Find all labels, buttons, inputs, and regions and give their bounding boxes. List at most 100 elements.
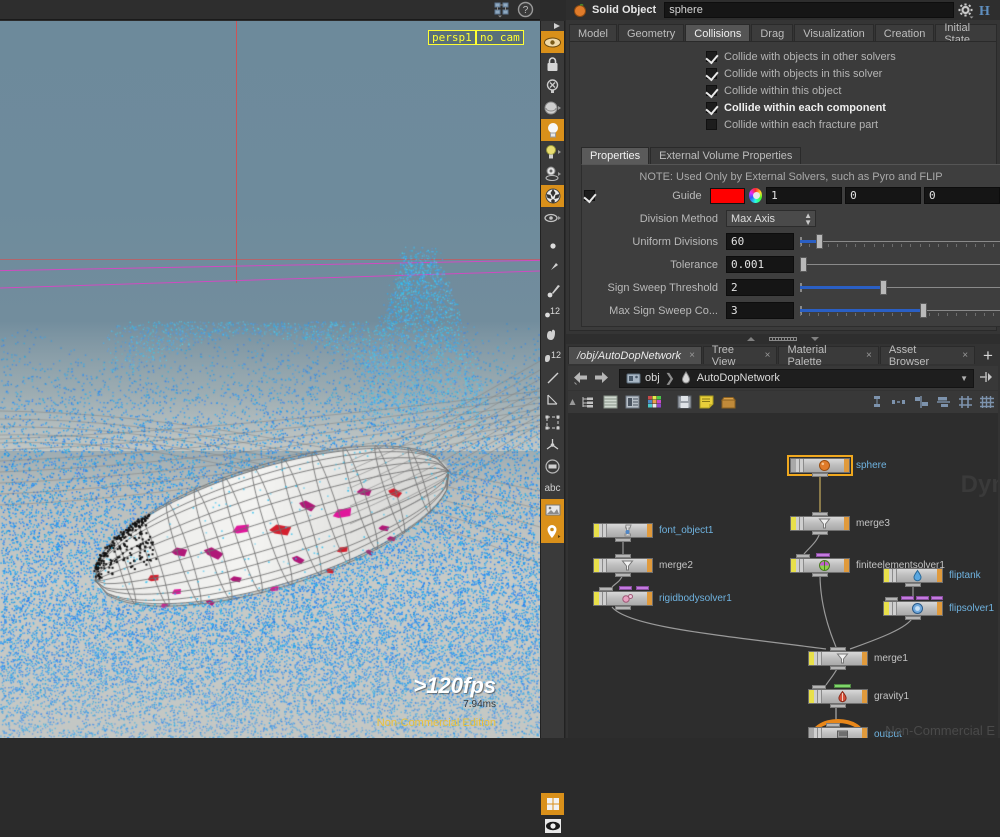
node-data-input-3[interactable] [931,596,943,600]
abc-text-tool-button[interactable]: abc [541,477,564,499]
pane-splitter[interactable] [566,334,1000,344]
tab-collisions[interactable]: Collisions [685,24,751,42]
splitter-up-arrow[interactable] [747,337,755,341]
houdini-help-icon[interactable]: H [979,2,996,19]
checkbox-row[interactable]: Collide with objects in other solvers [570,48,996,65]
subtab-properties[interactable]: Properties [581,147,650,164]
node-input-connector[interactable] [885,597,898,601]
tab-autodopnetwork[interactable]: /obj/AutoDopNetwork × [568,346,702,364]
tab-tree-view[interactable]: Tree View × [702,344,778,368]
tolerance-slider[interactable] [800,256,1000,273]
grid-small-icon[interactable] [954,391,976,413]
uniform-divisions-field[interactable]: 60 [726,233,794,250]
toolbar-grip[interactable] [568,391,577,413]
material-tool-button[interactable] [541,185,564,207]
tab-geometry[interactable]: Geometry [617,24,685,42]
guide-color-b-field[interactable]: 0 [924,187,1000,204]
tolerance-field[interactable]: 0.001 [726,256,794,273]
checkbox-row[interactable]: Collide with objects in this solver [570,65,996,82]
checkbox-row[interactable]: Collide within each fracture part [570,116,996,133]
checkbox-row[interactable]: Collide within this object [570,82,996,99]
add-tab-button[interactable]: + [976,347,1000,364]
checkbox-row[interactable]: Collide within each component [570,99,996,116]
save-icon[interactable] [673,391,695,413]
hand-tool-button[interactable] [541,323,564,345]
node-font-object1[interactable]: font_object1 [593,523,714,542]
detail-view-icon[interactable] [621,391,643,413]
brush-tool-button[interactable] [541,257,564,279]
back-arrow-icon[interactable] [572,370,589,387]
max-sign-sweep-slider[interactable] [800,302,1000,319]
node-data-input-1[interactable] [901,596,914,600]
snap-disable-tool-button[interactable] [541,75,564,97]
node-name-field[interactable]: sphere [664,2,954,18]
align-vertical-icon[interactable] [866,391,888,413]
node-output-connector[interactable] [615,538,631,542]
node-input-connector[interactable] [796,554,810,558]
node-merge2[interactable]: merge2 [593,554,693,577]
node-flag-right[interactable] [862,652,867,665]
breadcrumb-autodopnetwork[interactable]: AutoDopNetwork [680,371,780,385]
number-12-tool-button[interactable]: 12 [541,301,564,323]
guide-color-g-field[interactable]: 0 [845,187,922,204]
node-data-input-1[interactable] [619,586,632,590]
close-icon[interactable]: × [962,350,968,361]
close-icon[interactable]: × [689,350,695,361]
align-left-icon[interactable] [910,391,932,413]
tab-initial-state[interactable]: Initial State [935,22,997,46]
node-flag-right[interactable] [862,728,867,738]
node-output[interactable]: output [808,723,902,738]
light-tool-button[interactable] [541,119,564,141]
tab-material-palette[interactable]: Material Palette × [778,344,879,368]
node-output-connector[interactable] [812,473,828,477]
node-input-connector[interactable] [812,685,826,689]
node-flag-right[interactable] [937,569,942,582]
forward-arrow-icon[interactable] [593,370,610,387]
palette-icon[interactable] [643,391,665,413]
tree-view-icon[interactable] [577,391,599,413]
collide-fracture-part-checkbox[interactable] [706,119,717,130]
chevron-down-icon[interactable]: ▼ [960,374,968,383]
node-data-input-2[interactable] [636,586,649,590]
node-fliptank[interactable]: fliptank [883,568,981,587]
node-data-input-2[interactable] [916,596,929,600]
list-view-icon[interactable] [599,391,621,413]
node-merge1[interactable]: merge1 [808,647,908,670]
division-method-dropdown[interactable]: Max Axis ▲ ▼ [726,210,816,227]
node-flag-right[interactable] [937,602,942,615]
node-data-input-green[interactable] [834,684,851,688]
paint-tool-button[interactable] [541,207,564,229]
node-gravity1[interactable]: gravity1 [808,684,909,708]
node-flag-right[interactable] [647,559,652,572]
uniform-divisions-slider[interactable] [800,233,1000,250]
viewport-camera-selector[interactable]: persp1 [428,30,476,45]
collide-within-object-checkbox[interactable] [706,85,717,96]
node-flipsolver1[interactable]: flipsolver1 [883,596,994,620]
sphere-snap-tool-button[interactable] [541,97,564,119]
grid-large-icon[interactable] [976,391,998,413]
align-top-icon[interactable] [932,391,954,413]
box-icon[interactable] [717,391,739,413]
guide-color-swatch[interactable] [709,187,745,204]
node-flag-right[interactable] [647,524,652,537]
tab-model[interactable]: Model [569,24,617,42]
node-output-connector[interactable] [830,704,846,708]
tab-visualization[interactable]: Visualization [794,24,874,42]
help-icon[interactable]: ? [517,1,534,18]
node-input-connector[interactable] [826,723,840,727]
close-icon[interactable]: × [765,350,771,361]
node-flag-right[interactable] [647,592,652,605]
tab-drag[interactable]: Drag [751,24,794,42]
collide-other-solvers-checkbox[interactable] [706,51,717,62]
node-flag-right[interactable] [844,459,849,472]
sticky-note-icon[interactable] [695,391,717,413]
max-sign-sweep-field[interactable]: 3 [726,302,794,319]
node-output-connector[interactable] [905,616,921,620]
viewport-3d-canvas[interactable]: persp1 no cam >120fps 7.94ms Non-Commerc… [0,21,540,738]
sign-sweep-threshold-slider[interactable] [800,279,1000,296]
number-12b-tool-button[interactable]: 12 [541,345,564,367]
toolbar-scroll-arrow[interactable] [541,21,564,31]
node-output-connector[interactable] [830,666,846,670]
node-rigidbodysolver1[interactable]: rigidbodysolver1 [593,586,732,610]
corner-tool-button[interactable] [541,389,564,411]
